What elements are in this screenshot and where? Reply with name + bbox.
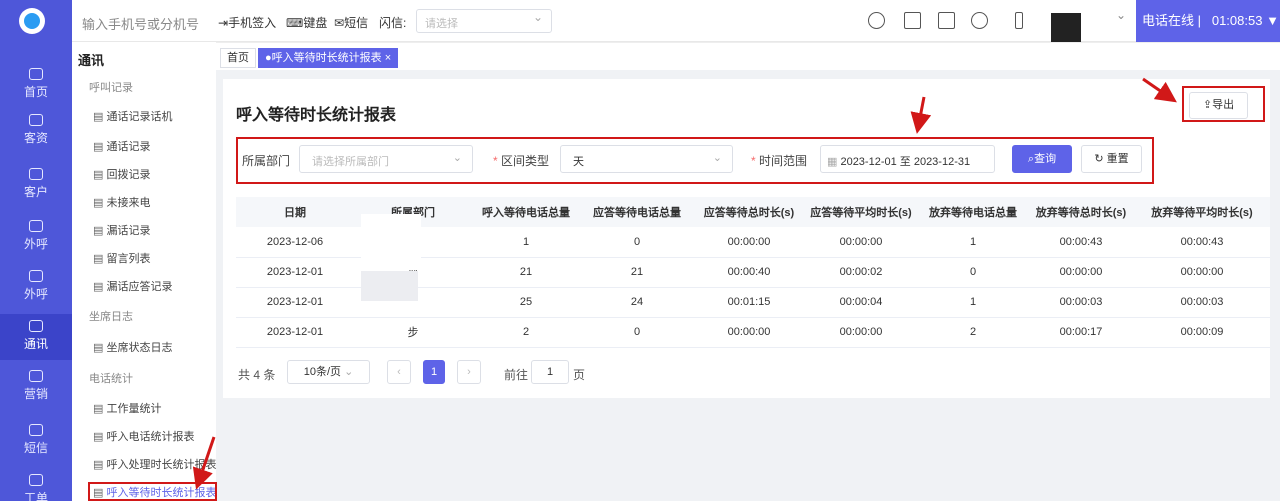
arrow-filters <box>910 96 932 134</box>
annotation-arrows <box>192 77 1177 490</box>
arrow-menu <box>192 436 216 490</box>
arrow-export <box>1142 77 1177 103</box>
